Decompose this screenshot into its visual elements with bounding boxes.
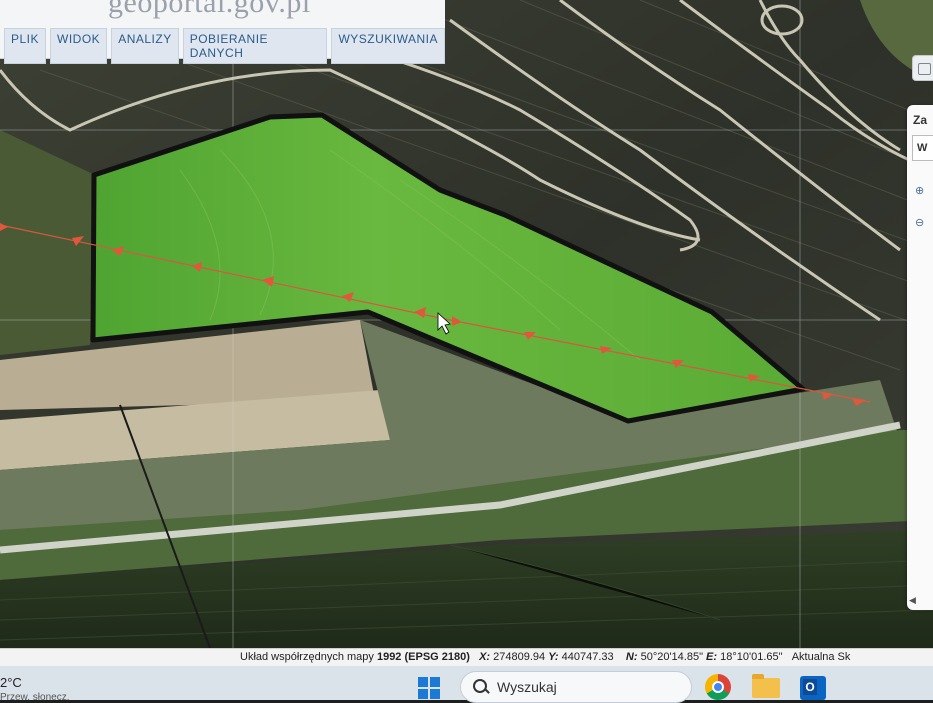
y-value: 440747.33	[561, 651, 614, 663]
weather-description: Przew. słonecz.	[0, 692, 70, 703]
search-icon	[473, 679, 487, 693]
app-header: geoportal.gov.pl PLIK WIDOK ANALIZY POBI…	[0, 0, 445, 64]
menu-file[interactable]: PLIK	[4, 28, 47, 64]
toolbar-button-1[interactable]	[912, 55, 933, 81]
y-label: Y:	[548, 651, 559, 663]
x-label: X:	[479, 651, 491, 663]
scroll-left-icon[interactable]: ◀	[909, 595, 916, 606]
e-label: E:	[706, 651, 718, 663]
outlook-icon[interactable]	[800, 676, 826, 700]
layers-panel-tab[interactable]: W	[912, 135, 933, 161]
map-view[interactable]	[0, 0, 933, 648]
weather-temp[interactable]: 2°C	[0, 675, 22, 690]
taskbar: 2°C Przew. słonecz. Wyszukaj	[0, 666, 933, 703]
windows-start-icon[interactable]	[418, 677, 440, 699]
layers-panel: Za W ⊕ ⊖ ◀	[907, 105, 933, 610]
collapse-minus-icon[interactable]: ⊖	[915, 217, 927, 229]
layers-panel-title: Za	[913, 113, 928, 127]
e-value: 18°10'01.65"	[720, 651, 783, 663]
current-scale-label: Aktualna Sk	[791, 651, 851, 663]
taskbar-search[interactable]: Wyszukaj	[460, 671, 692, 703]
search-placeholder: Wyszukaj	[497, 679, 557, 695]
coord-system-label: Układ współrzędnych mapy	[240, 651, 374, 663]
menu-analysis[interactable]: ANALIZY	[111, 28, 179, 64]
app-logo[interactable]: geoportal.gov.pl	[108, 0, 311, 20]
n-value: 50°20'14.85"	[640, 651, 703, 663]
chrome-icon[interactable]	[705, 674, 731, 700]
x-value: 274809.94	[493, 651, 546, 663]
n-label: N:	[625, 651, 638, 663]
coord-system-value: 1992 (EPSG 2180)	[376, 651, 470, 663]
menu-data-download[interactable]: POBIERANIE DANYCH	[182, 28, 328, 64]
main-menu: PLIK WIDOK ANALIZY POBIERANIE DANYCH WYS…	[4, 28, 445, 64]
menu-view[interactable]: WIDOK	[50, 28, 108, 64]
aerial-imagery[interactable]	[0, 0, 933, 648]
file-explorer-icon[interactable]	[752, 674, 780, 698]
expand-plus-icon[interactable]: ⊕	[915, 185, 927, 197]
menu-search[interactable]: WYSZUKIWANIA	[331, 28, 445, 64]
status-bar: Układ współrzędnych mapy 1992 (EPSG 2180…	[0, 648, 933, 667]
